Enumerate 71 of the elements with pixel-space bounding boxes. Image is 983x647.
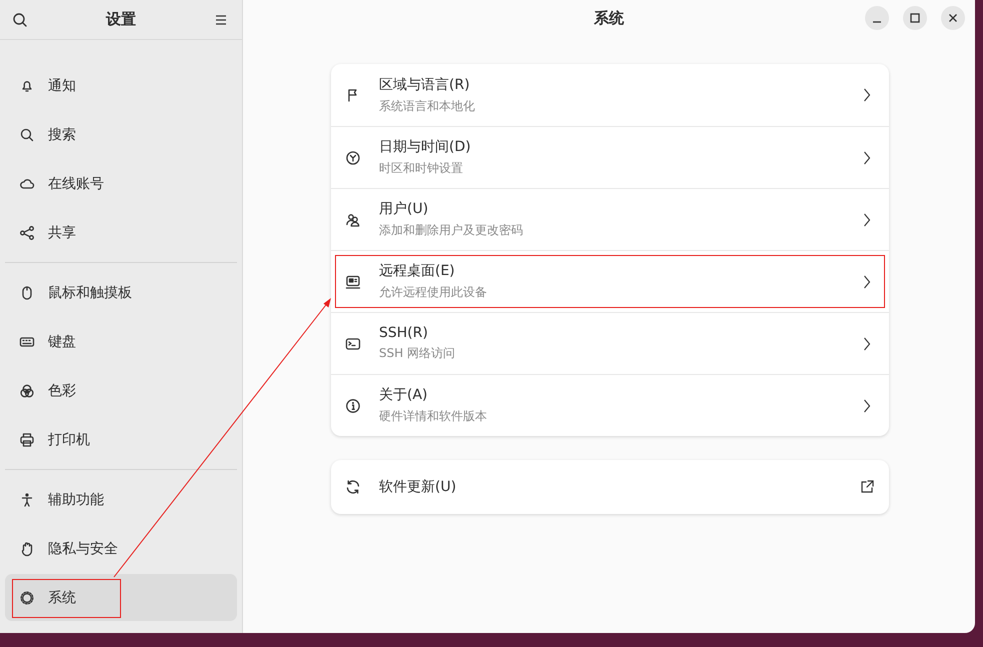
sidebar-item[interactable]: 通知 [5,62,237,109]
sidebar-item[interactable]: 鼠标和触摸板 [5,269,237,316]
share-icon [19,224,35,240]
close-button[interactable] [941,6,965,30]
settings-row[interactable]: 关于(A) 硬件详情和软件版本 [331,374,889,436]
settings-row[interactable]: 远程桌面(E) 允许远程使用此设备 [331,250,889,312]
hand-icon [19,540,35,556]
chevron-icon [863,274,871,290]
maximize-button[interactable] [903,6,927,30]
settings-row[interactable]: 日期与时间(D) 时区和时钟设置 [331,126,889,188]
sidebar-label: 鼠标和触摸板 [48,284,132,302]
refresh-icon [345,479,361,495]
row-subtitle: 硬件详情和软件版本 [379,408,488,425]
sidebar-title: 设置 [106,10,136,29]
row-title: 区域与语言(R) [379,76,471,94]
row-subtitle: SSH 网络访问 [379,345,456,362]
sidebar-item[interactable]: 键盘 [5,318,237,365]
row-subtitle: 添加和删除用户及更改密码 [379,222,524,239]
row-title: 用户(U) [379,200,430,218]
chevron-icon [863,87,871,103]
sidebar-item[interactable]: 打印机 [5,416,237,463]
search-icon [19,126,35,142]
color-circles-icon [19,382,35,398]
chevron-icon [863,398,871,414]
chevron-icon [863,150,871,166]
monitor-icon [345,274,361,290]
terminal-icon [345,336,361,352]
sidebar-label: 共享 [48,224,76,242]
printer-icon [19,432,35,448]
sidebar-label: 通知 [48,76,76,94]
settings-row[interactable]: 用户(U) 添加和删除用户及更改密码 [331,188,889,250]
clock-icon [345,150,361,166]
menu-icon [214,12,228,26]
sidebar-label: 色彩 [48,382,76,400]
row-title: 日期与时间(D) [379,138,472,156]
settings-row[interactable]: 软件更新(U) [331,460,889,514]
row-subtitle: 允许远程使用此设备 [379,284,488,301]
sidebar-item[interactable]: 在线账号 [5,160,237,207]
gear-icon [19,590,35,606]
sidebar-item[interactable]: 隐私与安全 [5,525,237,572]
sidebar-label: 搜索 [48,126,76,144]
users-icon [345,212,361,228]
row-title: 远程桌面(E) [379,262,456,280]
settings-row[interactable]: 区域与语言(R) 系统语言和本地化 [331,64,889,126]
person-icon [19,492,35,508]
sidebar-item[interactable]: 共享 [5,209,237,256]
row-subtitle: 时区和时钟设置 [379,160,464,177]
row-title: 关于(A) [379,386,429,404]
settings-row[interactable]: SSH(R) SSH 网络访问 [331,312,889,374]
row-title: 软件更新(U) [379,478,458,496]
close-icon [948,13,958,23]
chevron-icon [863,212,871,228]
row-subtitle: 系统语言和本地化 [379,98,476,114]
page-title: 系统 [594,8,624,28]
sidebar-item[interactable]: 搜索 [5,111,237,158]
sidebar-label: 在线账号 [48,174,104,192]
sidebar-item[interactable]: 系统 [5,574,237,621]
maximize-icon [910,13,920,23]
search-icon [12,12,28,28]
sidebar-label: 隐私与安全 [48,540,118,558]
sidebar-label: 系统 [48,588,76,606]
sidebar-item[interactable]: 辅助功能 [5,476,237,523]
sidebar-item[interactable]: 色彩 [5,367,237,414]
sidebar-label: 打印机 [48,430,90,448]
minimize-icon [872,20,882,22]
row-title: SSH(R) [379,325,429,341]
sidebar-label: 辅助功能 [48,490,104,508]
chevron-icon [863,336,871,352]
external-link-icon [859,479,875,495]
info-icon [345,398,361,414]
sidebar-label: 键盘 [48,332,76,350]
